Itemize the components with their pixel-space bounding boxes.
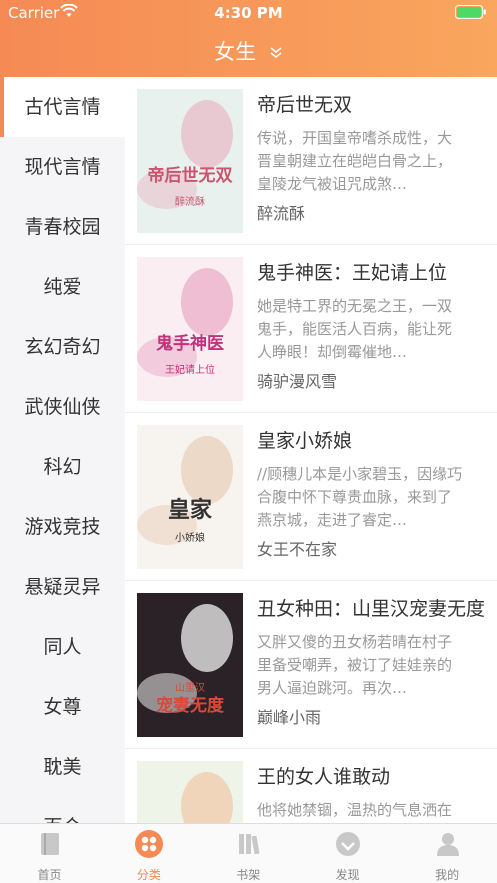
- category-icon: [135, 830, 164, 858]
- tab-label: 书架: [236, 868, 261, 882]
- book-title: 皇家小娇娘: [257, 430, 353, 452]
- bookshelf-icon: [238, 834, 260, 855]
- book-description: 传说，开国皇帝嗜杀成性，大晋皇朝建立在皑皑白骨之上，皇陵龙气被诅咒成煞…: [257, 129, 453, 193]
- sidebar-item[interactable]: 玄幻奇幻: [0, 317, 125, 377]
- sidebar-item[interactable]: 同人: [0, 617, 125, 677]
- book-title: 王的女人谁敢动: [257, 766, 391, 788]
- sidebar-item[interactable]: 科幻: [0, 437, 125, 497]
- discover-icon: [336, 832, 361, 856]
- book-item[interactable]: 王的 王的女人谁敢动 他将她禁锢，温热的气息洒在她耳边……: [125, 749, 497, 823]
- category-sidebar: 古代言情现代言情青春校园纯爱玄幻奇幻武侠仙侠科幻游戏竞技悬疑灵异同人女尊耽美百合: [0, 77, 125, 823]
- tab-label: 分类: [136, 868, 161, 882]
- book-item[interactable]: 宠妻无度 山里汉 丑女种田：山里汉宠妻无度 又胖又傻的丑女杨若晴在村子里备受嘲弄…: [125, 581, 497, 749]
- book-cover: 鬼手神医 王妃请上位: [137, 257, 243, 401]
- profile-icon: [436, 833, 459, 856]
- book-description: //顾穗儿本是小家碧玉，因缘巧合腹中怀下尊贵血脉，来到了燕京城，走进了睿定…: [257, 465, 463, 529]
- sidebar-item[interactable]: 耽美: [0, 737, 125, 797]
- book-icon: [41, 833, 59, 855]
- book-cover: 帝后世无双 醉流酥: [137, 89, 243, 233]
- book-author: 女王不在家: [257, 540, 338, 559]
- sidebar-item[interactable]: 现代言情: [0, 137, 125, 197]
- cover-subtitle: 小娇娘: [175, 531, 205, 544]
- cover-title: 帝后世无双: [148, 165, 233, 186]
- status-bar: Carrier 4:30 PM: [0, 0, 497, 26]
- tab-category[interactable]: 分类: [99, 824, 198, 883]
- book-title: 丑女种田：山里汉宠妻无度: [257, 598, 486, 620]
- book-description: 他将她禁锢，温热的气息洒在她耳边……: [257, 801, 453, 819]
- tab-profile[interactable]: 我的: [398, 824, 497, 883]
- status-time: 4:30 PM: [214, 4, 283, 22]
- cover-subtitle: 山里汉: [175, 682, 205, 694]
- cover-subtitle: 醉流酥: [175, 195, 205, 208]
- book-description: 她是特工界的无冕之王，一双鬼手，能医活人百病，能让死人睁眼！却倒霉催地…: [257, 297, 453, 361]
- tab-bar: 首页 分类 书架 发现 我的: [0, 823, 497, 883]
- cover-title: 宠妻无度: [156, 695, 225, 716]
- battery-icon: [455, 5, 486, 19]
- sidebar-item[interactable]: 古代言情: [0, 77, 125, 137]
- book-title: 帝后世无双: [257, 94, 353, 116]
- book-title: 鬼手神医：王妃请上位: [257, 262, 448, 284]
- book-cover: 皇家 小娇娘: [137, 425, 243, 569]
- tab-book[interactable]: 首页: [0, 824, 99, 883]
- book-author: 骑驴漫风雪: [257, 372, 338, 391]
- sidebar-item[interactable]: 青春校园: [0, 197, 125, 257]
- book-item[interactable]: 皇家 小娇娘 皇家小娇娘 //顾穗儿本是小家碧玉，因缘巧合腹中怀下尊贵血脉，来到…: [125, 413, 497, 581]
- sidebar-item[interactable]: 纯爱: [0, 257, 125, 317]
- book-cover: 宠妻无度 山里汉: [137, 593, 243, 737]
- tab-discover[interactable]: 发现: [298, 824, 397, 883]
- tab-label: 发现: [335, 868, 360, 882]
- book-cover: 王的: [137, 761, 243, 823]
- book-list: 帝后世无双 醉流酥 帝后世无双 传说，开国皇帝嗜杀成性，大晋皇朝建立在皑皑白骨之…: [125, 77, 497, 823]
- sidebar-item[interactable]: 武侠仙侠: [0, 377, 125, 437]
- book-author: 巅峰小雨: [257, 708, 322, 727]
- tab-label: 首页: [37, 868, 62, 882]
- chevron-double-down-icon: [270, 47, 282, 59]
- header-bar: Carrier 4:30 PM 女生: [0, 0, 497, 77]
- tab-label: 我的: [435, 868, 460, 882]
- cover-title: 皇家: [168, 497, 213, 523]
- sidebar-item[interactable]: 游戏竞技: [0, 497, 125, 557]
- cover-subtitle: 王妃请上位: [165, 363, 215, 376]
- book-author: 醉流酥: [257, 204, 306, 223]
- book-item[interactable]: 鬼手神医 王妃请上位 鬼手神医：王妃请上位 她是特工界的无冕之王，一双鬼手，能医…: [125, 245, 497, 413]
- cover-title: 鬼手神医: [156, 333, 224, 354]
- gender-selector[interactable]: 女生: [0, 36, 497, 66]
- sidebar-item[interactable]: 悬疑灵异: [0, 557, 125, 617]
- sidebar-item[interactable]: 百合: [0, 797, 125, 823]
- page-title: 女生: [214, 40, 257, 64]
- sidebar-item[interactable]: 女尊: [0, 677, 125, 737]
- book-description: 又胖又傻的丑女杨若晴在村子里备受嘲弄，被订了娃娃亲的男人逼迫跳河。再次…: [257, 633, 453, 697]
- book-item[interactable]: 帝后世无双 醉流酥 帝后世无双 传说，开国皇帝嗜杀成性，大晋皇朝建立在皑皑白骨之…: [125, 77, 497, 245]
- tab-bookshelf[interactable]: 书架: [199, 824, 298, 883]
